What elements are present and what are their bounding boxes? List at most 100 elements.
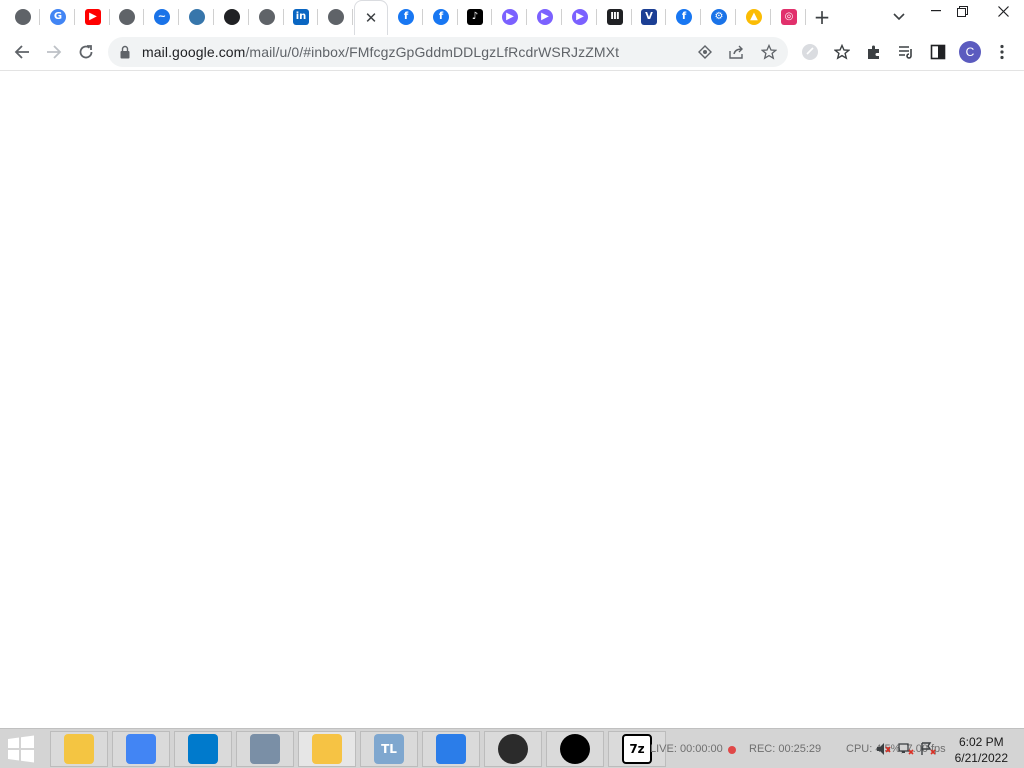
start-button[interactable] [6, 735, 36, 763]
rec-dot-icon [728, 746, 736, 754]
tab-15[interactable]: ▶ [528, 0, 562, 34]
back-button[interactable] [8, 38, 36, 66]
tab-18[interactable]: V [632, 0, 666, 34]
play-icon: ▶ [502, 9, 518, 25]
tab-7[interactable] [250, 0, 284, 34]
facebook-icon: f [398, 9, 414, 25]
tab-19[interactable]: f [667, 0, 701, 34]
chrome-icon [328, 9, 344, 25]
tab-search-chevron-down-icon[interactable] [888, 5, 910, 29]
linkedin-icon: in [293, 9, 309, 25]
obs-rec-status: REC: 00:25:29 [749, 743, 822, 755]
new-tab-button[interactable]: + [810, 5, 834, 29]
tab-separator [422, 9, 423, 25]
tab-12[interactable]: f [424, 0, 458, 34]
taskbar-app-tiktok[interactable] [546, 731, 604, 767]
tab-13[interactable]: ♪ [458, 0, 492, 34]
youtube-icon: ▶ [85, 9, 101, 25]
vscode-icon [188, 734, 218, 764]
star-extension-icon[interactable] [828, 38, 856, 66]
google-icon: G [50, 9, 66, 25]
clock[interactable]: 6:02 PM 6/21/2022 [955, 734, 1008, 766]
extensions-puzzle-icon[interactable] [860, 38, 888, 66]
lock-icon [120, 45, 130, 59]
taskbar-app-tl[interactable]: TL [360, 731, 418, 767]
reload-button[interactable] [72, 38, 100, 66]
tab-3[interactable] [110, 0, 144, 34]
more-menu-icon[interactable] [988, 38, 1016, 66]
media-queue-icon[interactable] [892, 38, 920, 66]
tab-separator [74, 9, 75, 25]
network-icon[interactable] [898, 742, 914, 756]
arrow-right-icon [47, 45, 62, 59]
arrow-left-icon [14, 45, 29, 59]
tab-separator [526, 9, 527, 25]
close-window-button[interactable] [982, 0, 1024, 22]
gear-icon: ⚙ [711, 9, 727, 25]
clock-time: 6:02 PM [958, 735, 1004, 749]
file-explorer-icon [64, 734, 94, 764]
forward-button[interactable] [40, 38, 68, 66]
profile-avatar[interactable]: C [956, 38, 984, 66]
close-icon[interactable]: ✕ [365, 9, 378, 27]
tab-separator [561, 9, 562, 25]
taskbar-app-brightness[interactable] [422, 731, 480, 767]
tl-icon: TL [374, 734, 404, 764]
taskbar-app-system-monitor[interactable] [236, 731, 294, 767]
tab-14[interactable]: ▶ [493, 0, 527, 34]
tab-separator [248, 9, 249, 25]
extension-link-icon[interactable] [796, 38, 824, 66]
tiktok-icon: ♪ [467, 9, 483, 25]
tab-1[interactable]: G [41, 0, 75, 34]
tab-separator [352, 9, 353, 25]
tab-separator [39, 9, 40, 25]
tab-separator [317, 9, 318, 25]
tab-8[interactable]: in [284, 0, 318, 34]
tab-5[interactable] [180, 0, 214, 34]
url-text[interactable]: mail.google.com/mail/u/0/#inbox/FMfcgzGp… [142, 44, 619, 60]
globe-icon [119, 9, 135, 25]
share-icon[interactable] [727, 42, 747, 62]
tab-0[interactable] [6, 0, 40, 34]
profile-initial: C [959, 41, 981, 63]
tab-10[interactable]: ✕ [354, 0, 388, 35]
chrome-icon [126, 734, 156, 764]
address-bar[interactable]: mail.google.com/mail/u/0/#inbox/FMfcgzGp… [108, 37, 788, 67]
tab-4[interactable]: ~ [145, 0, 179, 34]
tab-2[interactable]: ▶ [76, 0, 110, 34]
flag-icon[interactable] [920, 742, 936, 756]
taskbar-app-chrome[interactable] [112, 731, 170, 767]
volume-muted-icon[interactable] [876, 742, 892, 756]
tab-16[interactable]: ▶ [563, 0, 597, 34]
openai-icon [224, 9, 240, 25]
tab-22[interactable]: ◎ [772, 0, 806, 34]
facebook-icon: f [676, 9, 692, 25]
taskbar-app-app[interactable] [298, 731, 356, 767]
tab-separator [596, 9, 597, 25]
tab-20[interactable]: ⚙ [702, 0, 736, 34]
restore-button[interactable] [946, 0, 978, 22]
tab-separator [770, 9, 771, 25]
tab-17[interactable]: Ⅲ [598, 0, 632, 34]
globe-icon [259, 9, 275, 25]
tab-separator [735, 9, 736, 25]
play-icon: ▶ [537, 9, 553, 25]
taskbar: TL 7z LIVE: 00:00:00 REC: 00:25:29 CPU: 4… [0, 728, 1024, 768]
tab-separator [178, 9, 179, 25]
page-content [0, 71, 1024, 728]
reload-icon [79, 45, 93, 59]
brightness-icon [436, 734, 466, 764]
side-panel-icon[interactable] [924, 38, 952, 66]
tab-9[interactable] [319, 0, 353, 34]
tab-6[interactable] [215, 0, 249, 34]
bookmark-star-icon[interactable] [759, 42, 779, 62]
taskbar-app-file-explorer[interactable] [50, 731, 108, 767]
eye-icon[interactable] [695, 42, 715, 62]
taskbar-app-obs[interactable] [484, 731, 542, 767]
tab-separator [143, 9, 144, 25]
tab-21[interactable]: ▲ [737, 0, 771, 34]
instagram-icon: ◎ [781, 9, 797, 25]
tab-separator [700, 9, 701, 25]
tab-11[interactable]: f [389, 0, 423, 34]
taskbar-app-vscode[interactable] [174, 731, 232, 767]
